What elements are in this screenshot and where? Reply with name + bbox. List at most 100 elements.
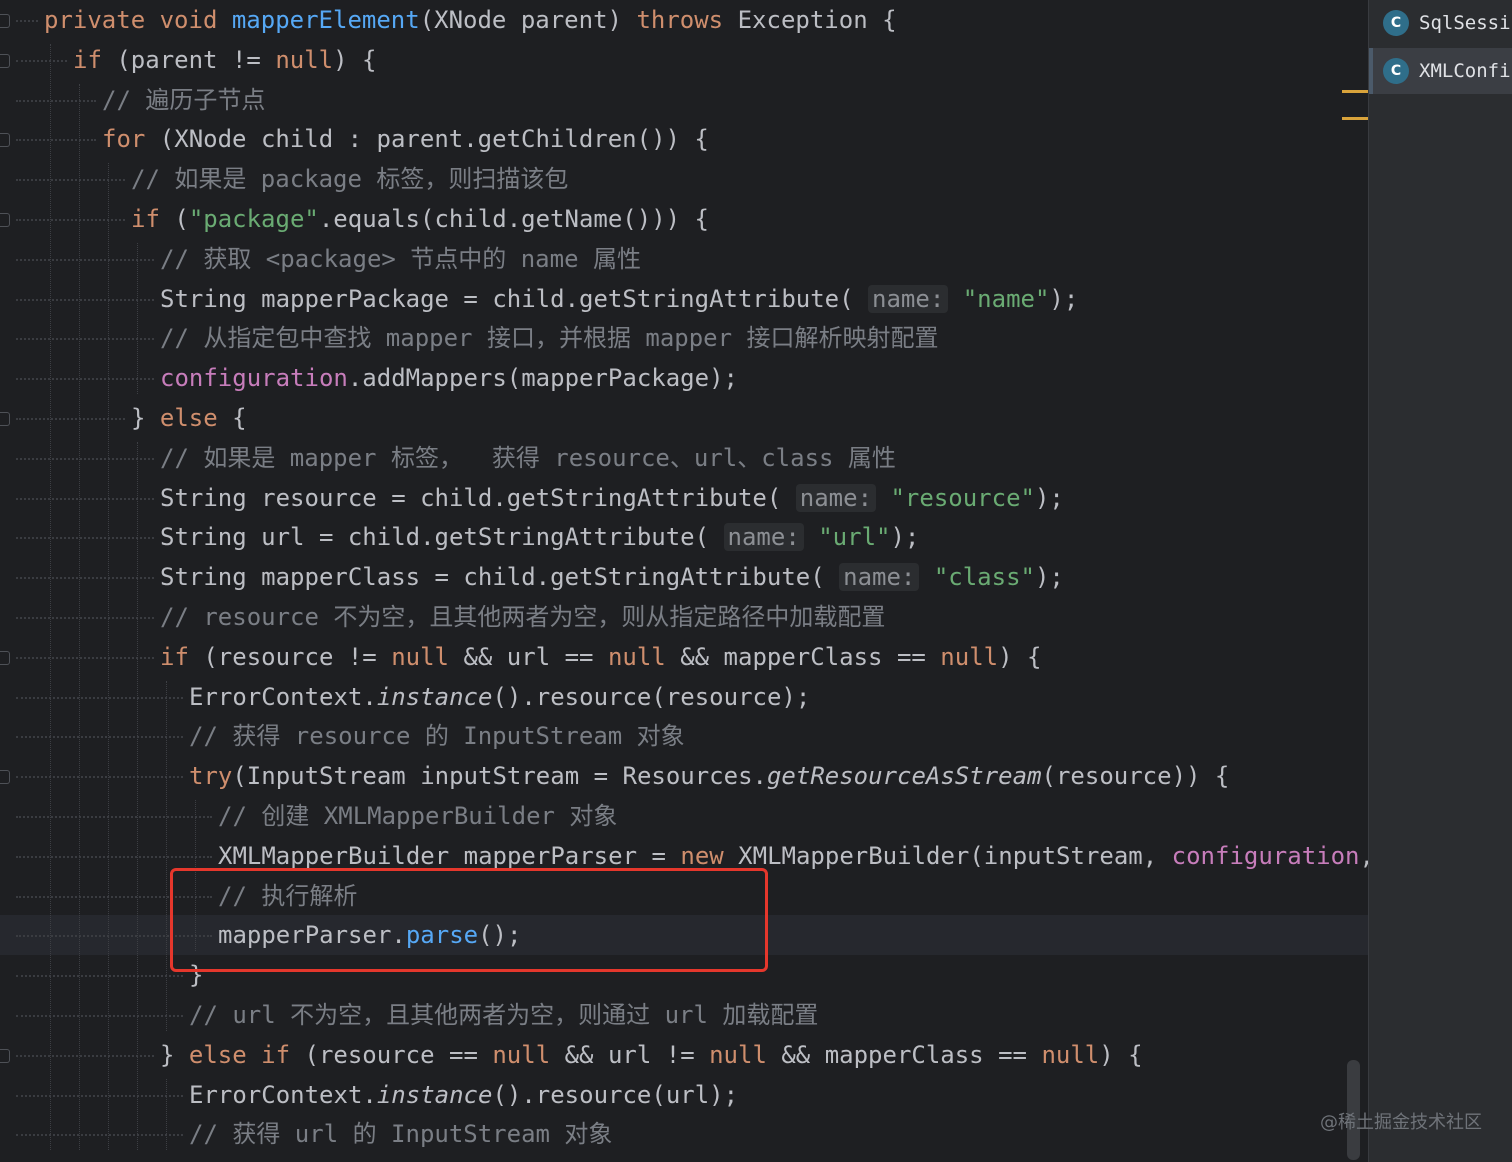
code-line[interactable]: String url = child.getStringAttribute( n… bbox=[0, 517, 1368, 557]
code-text[interactable]: String mapperClass = child.getStringAttr… bbox=[160, 557, 1064, 597]
class-icon: C bbox=[1383, 10, 1409, 36]
code-text[interactable]: // 遍历子节点 bbox=[102, 80, 265, 120]
code-token: instance bbox=[376, 1080, 493, 1109]
code-token: ); bbox=[1049, 284, 1079, 313]
code-line[interactable]: // 如果是 mapper 标签， 获得 resource、url、class … bbox=[0, 438, 1368, 478]
code-line[interactable]: // url 不为空，且其他两者为空，则通过 url 加载配置 bbox=[0, 995, 1368, 1035]
code-token: (XNode child : parent.getChildren()) { bbox=[159, 125, 709, 154]
class-icon: C bbox=[1383, 58, 1409, 84]
code-text[interactable]: // 创建 XMLMapperBuilder 对象 bbox=[218, 796, 617, 836]
code-line[interactable]: for (XNode child : parent.getChildren())… bbox=[0, 119, 1368, 159]
code-comment: // 如果是 package 标签，则扫描该包 bbox=[131, 165, 569, 194]
code-line[interactable]: ErrorContext.instance().resource(url); bbox=[0, 1075, 1368, 1115]
code-line[interactable]: String resource = child.getStringAttribu… bbox=[0, 478, 1368, 518]
indent-guide bbox=[108, 163, 109, 1151]
code-line[interactable]: // 获取 <package> 节点中的 name 属性 bbox=[0, 239, 1368, 279]
code-line[interactable]: if (parent != null) { bbox=[0, 40, 1368, 80]
code-line[interactable]: } else { bbox=[0, 398, 1368, 438]
code-text[interactable]: if (parent != null) { bbox=[73, 40, 376, 80]
code-token: .equals(child.getName())) { bbox=[318, 205, 709, 233]
whitespace-dots bbox=[16, 1015, 183, 1017]
code-line[interactable]: } else if (resource == null && url != nu… bbox=[0, 1035, 1368, 1075]
code-text[interactable]: ErrorContext.instance().resource(resourc… bbox=[189, 677, 810, 717]
code-token: ); bbox=[890, 523, 920, 552]
code-text[interactable]: if (resource != null && url == null && m… bbox=[160, 637, 1041, 677]
code-text[interactable]: String mapperPackage = child.getStringAt… bbox=[160, 279, 1078, 319]
code-token: mapperElement bbox=[231, 6, 420, 34]
indent-guide bbox=[166, 1078, 167, 1151]
code-text[interactable]: } else { bbox=[131, 398, 247, 438]
whitespace-dots bbox=[16, 656, 154, 659]
code-text[interactable]: // 如果是 mapper 标签， 获得 resource、url、class … bbox=[160, 438, 896, 478]
code-text[interactable]: } else if (resource == null && url != nu… bbox=[160, 1035, 1143, 1075]
whitespace-dots bbox=[16, 457, 154, 460]
code-token: getResourceAsStream bbox=[766, 762, 1042, 791]
code-token: XMLMapperBuilder mapperParser = bbox=[218, 841, 681, 870]
code-token: ().resource(resource); bbox=[492, 682, 811, 711]
code-token: (parent != bbox=[116, 45, 276, 74]
code-line[interactable]: // 遍历子节点 bbox=[0, 80, 1368, 120]
code-text[interactable]: // 获取 <package> 节点中的 name 属性 bbox=[160, 239, 641, 279]
code-line[interactable]: // 如果是 package 标签，则扫描该包 bbox=[0, 159, 1368, 199]
code-line[interactable]: if ("package".equals(child.getName())) { bbox=[0, 199, 1368, 239]
code-line[interactable]: if (resource != null && url == null && m… bbox=[0, 637, 1368, 677]
code-token: String url = child.getStringAttribute( bbox=[160, 523, 724, 552]
code-text[interactable]: // url 不为空，且其他两者为空，则通过 url 加载配置 bbox=[189, 995, 818, 1035]
code-token: if bbox=[131, 205, 175, 233]
whitespace-dots bbox=[16, 378, 154, 381]
code-token: (resource == bbox=[304, 1040, 493, 1069]
code-text[interactable]: // 获得 resource 的 InputStream 对象 bbox=[189, 716, 685, 756]
error-stripe-mark[interactable] bbox=[1342, 117, 1368, 120]
side-item-xmlconfig[interactable]: C XMLConfi bbox=[1369, 48, 1512, 94]
code-text[interactable]: // 获得 url 的 InputStream 对象 bbox=[189, 1114, 612, 1154]
code-line[interactable]: ErrorContext.instance().resource(resourc… bbox=[0, 677, 1368, 717]
code-token: configuration bbox=[160, 364, 348, 393]
code-line[interactable]: configuration.addMappers(mapperPackage); bbox=[0, 358, 1368, 398]
code-text[interactable]: configuration.addMappers(mapperPackage); bbox=[160, 358, 738, 398]
whitespace-dots bbox=[16, 1054, 154, 1057]
whitespace-dots bbox=[16, 298, 154, 301]
code-token: { bbox=[232, 404, 247, 432]
code-token: && url == bbox=[463, 642, 608, 671]
code-editor[interactable]: private void mapperElement(XNode parent)… bbox=[0, 0, 1368, 1162]
code-line[interactable]: // 获得 resource 的 InputStream 对象 bbox=[0, 716, 1368, 756]
code-token: "package" bbox=[188, 205, 319, 233]
code-line[interactable]: try(InputStream inputStream = Resources.… bbox=[0, 756, 1368, 796]
code-token: ErrorContext. bbox=[189, 1080, 377, 1109]
code-text[interactable]: // 从指定包中查找 mapper 接口，并根据 mapper 接口解析映射配置 bbox=[160, 318, 939, 358]
code-token: } bbox=[131, 404, 160, 432]
code-line[interactable]: // 从指定包中查找 mapper 接口，并根据 mapper 接口解析映射配置 bbox=[0, 318, 1368, 358]
side-item-label: SqlSessi bbox=[1419, 12, 1511, 34]
code-text[interactable]: // 如果是 package 标签，则扫描该包 bbox=[131, 159, 568, 199]
code-text[interactable]: // resource 不为空，且其他两者为空，则从指定路径中加载配置 bbox=[160, 597, 885, 637]
indent-guide bbox=[50, 43, 51, 1151]
code-token: "url" bbox=[818, 523, 891, 552]
code-text[interactable]: ErrorContext.instance().resource(url); bbox=[189, 1075, 738, 1115]
code-text[interactable]: private void mapperElement(XNode parent)… bbox=[44, 0, 897, 40]
code-text[interactable]: String resource = child.getStringAttribu… bbox=[160, 478, 1064, 518]
code-line[interactable]: String mapperPackage = child.getStringAt… bbox=[0, 279, 1368, 319]
code-line[interactable]: private void mapperElement(XNode parent)… bbox=[0, 0, 1368, 40]
code-token: null bbox=[607, 642, 681, 671]
error-stripe-mark[interactable] bbox=[1342, 90, 1368, 93]
whitespace-dots bbox=[16, 736, 183, 739]
whitespace-dots bbox=[16, 497, 154, 500]
code-line[interactable]: // resource 不为空，且其他两者为空，则从指定路径中加载配置 bbox=[0, 597, 1368, 637]
code-line[interactable]: // 获得 url 的 InputStream 对象 bbox=[0, 1114, 1368, 1154]
code-line[interactable]: // 创建 XMLMapperBuilder 对象 bbox=[0, 796, 1368, 836]
code-token: ) { bbox=[333, 45, 377, 74]
whitespace-dots bbox=[16, 696, 183, 699]
code-text[interactable]: if ("package".equals(child.getName())) { bbox=[131, 199, 709, 239]
code-text[interactable]: String url = child.getStringAttribute( n… bbox=[160, 517, 919, 557]
code-comment: // 获得 url 的 InputStream 对象 bbox=[189, 1120, 613, 1149]
code-line[interactable]: String mapperClass = child.getStringAttr… bbox=[0, 557, 1368, 597]
code-text[interactable]: try(InputStream inputStream = Resources.… bbox=[189, 756, 1229, 796]
code-token: "resource" bbox=[890, 483, 1035, 512]
code-text[interactable]: for (XNode child : parent.getChildren())… bbox=[102, 119, 709, 159]
code-token: "class" bbox=[933, 563, 1035, 592]
code-token: (resource != bbox=[203, 642, 392, 671]
side-item-sqlsession[interactable]: C SqlSessi bbox=[1369, 0, 1512, 46]
structure-panel: C SqlSessi C XMLConfi bbox=[1368, 0, 1512, 1162]
